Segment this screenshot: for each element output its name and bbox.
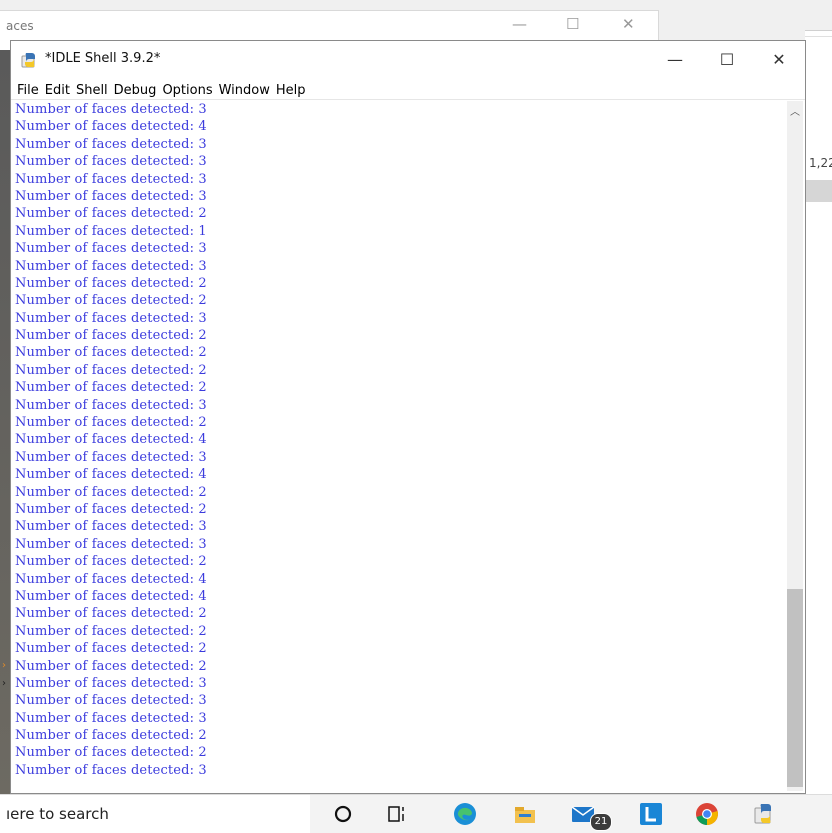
output-line: Number of faces detected: 3: [15, 258, 207, 274]
output-line: Number of faces detected: 3: [15, 449, 207, 465]
menu-options[interactable]: Options: [162, 81, 212, 101]
taskbar: ıere to search 21: [0, 794, 832, 833]
menu-debug[interactable]: Debug: [114, 81, 157, 101]
search-placeholder: ıere to search: [6, 805, 109, 823]
output-line: Number of faces detected: 2: [15, 362, 207, 378]
file-explorer-icon[interactable]: [512, 801, 538, 827]
python-idle-icon: [21, 53, 35, 68]
output-line: Number of faces detected: 2: [15, 623, 207, 639]
menu-shell[interactable]: Shell: [76, 81, 108, 101]
vertical-scrollbar[interactable]: ︿: [787, 101, 803, 791]
background-minimize-icon[interactable]: —: [512, 15, 527, 33]
right-window-header: [805, 180, 832, 202]
output-line: Number of faces detected: 3: [15, 519, 207, 535]
background-window-title: aces: [6, 19, 34, 33]
output-line: Number of faces detected: 2: [15, 275, 207, 291]
output-line: Number of faces detected: 3: [15, 397, 207, 413]
output-line: Number of faces detected: 2: [15, 345, 207, 361]
taskbar-search-box[interactable]: ıere to search: [0, 795, 310, 833]
close-icon[interactable]: ✕: [759, 47, 799, 73]
output-line: Number of faces detected: 3: [15, 188, 207, 204]
output-line: Number of faces detected: 2: [15, 293, 207, 309]
output-line: Number of faces detected: 2: [15, 554, 207, 570]
right-background-window[interactable]: 1,22: [805, 30, 832, 794]
output-line: Number of faces detected: 3: [15, 675, 207, 691]
window-title: *IDLE Shell 3.9.2*: [45, 51, 161, 66]
output-line: Number of faces detected: 2: [15, 484, 207, 500]
output-line: Number of faces detected: 2: [15, 728, 207, 744]
python-idle-icon[interactable]: [752, 801, 778, 827]
output-line: Number of faces detected: 4: [15, 432, 207, 448]
menu-window[interactable]: Window: [219, 81, 270, 101]
maximize-icon[interactable]: ☐: [707, 47, 747, 73]
left-marker: ›: [2, 660, 6, 671]
menu-help[interactable]: Help: [276, 81, 306, 101]
output-line: Number of faces detected: 2: [15, 658, 207, 674]
background-close-icon[interactable]: ✕: [622, 15, 635, 33]
cortana-icon[interactable]: [330, 801, 356, 827]
output-line: Number of faces detected: 1: [15, 223, 207, 239]
output-line: Number of faces detected: 3: [15, 536, 207, 552]
divider: [805, 30, 832, 31]
output-line: Number of faces detected: 3: [15, 241, 207, 257]
output-line: Number of faces detected: 4: [15, 571, 207, 587]
output-line: Number of faces detected: 2: [15, 206, 207, 222]
shell-output[interactable]: Number of faces detected: 3 Number of fac…: [15, 101, 787, 789]
divider: [805, 36, 832, 37]
output-line: Number of faces detected: 4: [15, 467, 207, 483]
menu-bar: File Edit Shell Debug Options Window Help: [11, 79, 805, 100]
output-line: Number of faces detected: 2: [15, 380, 207, 396]
right-window-text: 1,22: [809, 156, 832, 170]
output-line: Number of faces detected: 3: [15, 154, 207, 170]
title-bar[interactable]: *IDLE Shell 3.9.2* — ☐ ✕: [11, 41, 805, 79]
scroll-up-icon[interactable]: ︿: [790, 103, 800, 118]
launcher-l-icon[interactable]: [638, 801, 664, 827]
output-line: Number of faces detected: 2: [15, 328, 207, 344]
output-line: Number of faces detected: 2: [15, 415, 207, 431]
menu-file[interactable]: File: [17, 81, 39, 101]
output-line: Number of faces detected: 2: [15, 641, 207, 657]
output-line: Number of faces detected: 4: [15, 119, 207, 135]
chrome-icon[interactable]: [694, 801, 720, 827]
output-line: Number of faces detected: 4: [15, 588, 207, 604]
mail-badge: 21: [590, 813, 612, 831]
background-maximize-icon[interactable]: ☐: [566, 15, 579, 33]
output-line: Number of faces detected: 3: [15, 310, 207, 326]
idle-shell-window[interactable]: *IDLE Shell 3.9.2* — ☐ ✕ File Edit Shell De…: [10, 40, 806, 794]
task-view-icon[interactable]: [384, 801, 410, 827]
left-background-content: › ›: [0, 50, 10, 794]
output-line: Number of faces detected: 3: [15, 171, 207, 187]
edge-icon[interactable]: [452, 801, 478, 827]
minimize-icon[interactable]: —: [655, 47, 695, 73]
output-line: Number of faces detected: 2: [15, 606, 207, 622]
menu-edit[interactable]: Edit: [45, 81, 70, 101]
output-line: Number of faces detected: 2: [15, 745, 207, 761]
output-line: Number of faces detected: 3: [15, 693, 207, 709]
output-line: Number of faces detected: 3: [15, 762, 207, 778]
output-line: Number of faces detected: 3: [15, 102, 207, 117]
output-line: Number of faces detected: 3: [15, 136, 207, 152]
left-marker: ›: [2, 678, 6, 689]
output-line: Number of faces detected: 2: [15, 501, 207, 517]
output-line: Number of faces detected: 3: [15, 710, 207, 726]
scroll-thumb[interactable]: [787, 589, 803, 787]
